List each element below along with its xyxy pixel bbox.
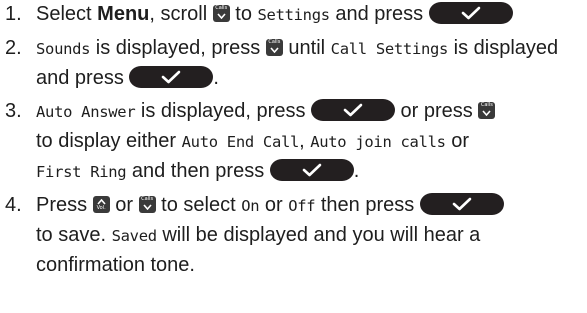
step-text: or press — [395, 100, 479, 122]
display-text-on: On — [241, 197, 260, 215]
step-text: , scroll — [149, 3, 213, 25]
step-text: and then press — [126, 160, 270, 182]
display-text-auto-answer: Auto Answer — [36, 103, 136, 121]
display-text-call-settings: Call Settings — [330, 40, 449, 58]
checkmark-button-icon — [129, 66, 214, 88]
display-text-saved: Saved — [111, 227, 157, 245]
calls-key-label: Calls — [215, 5, 228, 11]
calls-key-label: Calls — [268, 39, 281, 45]
calls-down-key-icon: Calls — [138, 196, 156, 213]
instruction-list: 1. Select Menu, scroll Calls to Settings… — [0, 0, 587, 280]
step-text: or — [109, 194, 139, 216]
step-number: 2. — [5, 37, 22, 59]
calls-key-label: Calls — [480, 102, 493, 108]
step-text: Press — [36, 194, 93, 216]
display-text-settings: Settings — [257, 6, 331, 24]
step-number: 4. — [5, 194, 22, 216]
step-text: is displayed, press — [135, 100, 311, 122]
step-1: 1. Select Menu, scroll Calls to Settings… — [0, 0, 587, 30]
step-2: 2. Sounds is displayed, press Calls unti… — [0, 34, 587, 93]
calls-down-key-icon: Calls — [478, 102, 496, 119]
display-text-sounds: Sounds — [36, 40, 91, 58]
step-text: then press — [315, 194, 420, 216]
vol-key-label: Vol. — [96, 205, 106, 211]
display-text-first-ring: First Ring — [36, 163, 127, 181]
step-text: to display either — [36, 130, 182, 152]
menu-label: Menu — [97, 3, 150, 25]
step-text: . — [213, 67, 219, 89]
step-text: , — [299, 130, 311, 152]
step-4: 4. Press Vol. or Calls to select On or O… — [0, 191, 587, 280]
step-text: Select — [36, 3, 98, 25]
checkmark-button-icon — [428, 2, 513, 24]
step-number: 3. — [5, 100, 22, 122]
step-text: or — [445, 130, 470, 152]
step-text: to select — [155, 194, 242, 216]
step-text: . — [353, 160, 360, 182]
checkmark-button-icon — [419, 193, 504, 215]
step-number: 1. — [5, 3, 22, 25]
calls-key-label: Calls — [141, 196, 154, 202]
step-text: is displayed, press — [90, 37, 266, 59]
display-text-off: Off — [288, 197, 316, 215]
step-text: to — [229, 3, 258, 25]
checkmark-button-icon — [269, 159, 354, 181]
calls-down-key-icon: Calls — [212, 5, 230, 22]
vol-up-key-icon: Vol. — [92, 196, 110, 213]
display-text-auto-end-call: Auto End Call — [181, 133, 300, 151]
display-text-auto-join-calls: Auto join calls — [310, 133, 446, 151]
step-text: until — [282, 37, 331, 59]
checkmark-button-icon — [311, 99, 395, 121]
step-text: and press — [329, 3, 429, 25]
step-3: 3. Auto Answer is displayed, press or pr… — [0, 97, 587, 187]
step-text: to save. — [36, 224, 112, 246]
step-text: or — [259, 194, 289, 216]
calls-down-key-icon: Calls — [265, 39, 283, 56]
